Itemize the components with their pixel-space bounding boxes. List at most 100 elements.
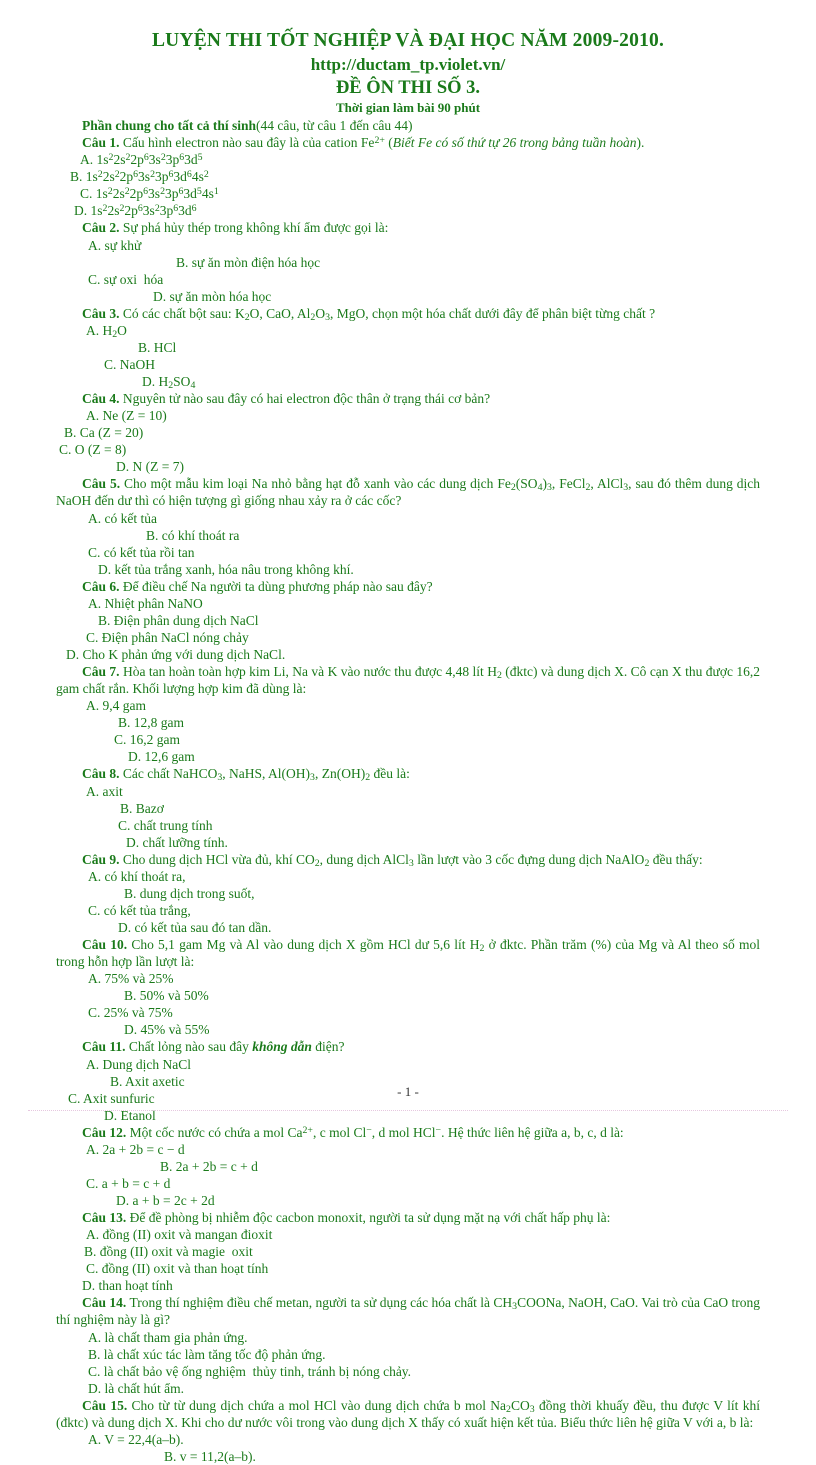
option-choice[interactable]: C. đồng (II) oxit và than hoạt tính	[86, 1260, 760, 1277]
option-choice[interactable]: B. 1s22s22p63s23p63d64s2	[70, 168, 760, 185]
option-choice[interactable]: A. 75% và 25%	[88, 970, 760, 987]
option-row: A. là chất tham gia phản ứng.	[56, 1329, 760, 1346]
option-choice[interactable]: A. H2O	[86, 322, 760, 340]
question-number: Câu 7.	[82, 664, 120, 680]
option-choice[interactable]: A. 2a + 2b = c − d	[86, 1141, 760, 1158]
option-choice[interactable]: D. H2SO4	[142, 373, 760, 391]
option-row: C. có kết tủa rồi tan D. kết tủa trắng xa…	[56, 544, 760, 578]
option-choice[interactable]: B. 2a + 2b = c + d	[160, 1158, 760, 1175]
question-text: Cấu hình electron nào sau đây là của cat…	[119, 135, 645, 151]
option-choice[interactable]: C. có kết tủa trắng,	[88, 902, 760, 919]
option-choice[interactable]: B. đồng (II) oxit và magie oxit	[84, 1243, 760, 1260]
section-heading: Phần chung cho tất cả thí sinh(44 câu, t…	[56, 117, 760, 134]
option-choice[interactable]: C. 25% và 75%	[88, 1004, 760, 1021]
option-choice[interactable]: A. sự khử	[88, 237, 760, 254]
option-choice[interactable]: D. sự ăn mòn hóa học	[153, 288, 760, 305]
option-choice[interactable]: A. Ne (Z = 10)	[86, 407, 760, 424]
option-row: A. đồng (II) oxit và mangan đioxit B. đồn…	[56, 1226, 760, 1260]
question: Câu 14. Trong thí nghiệm điều chế metan,…	[56, 1294, 760, 1328]
option-row: D. là chất hút ẩm.	[56, 1380, 760, 1397]
option-choice[interactable]: B. Ca (Z = 20)	[64, 424, 760, 441]
option-choice[interactable]: B. Bazơ	[120, 800, 760, 817]
option-choice[interactable]: D. 1s22s22p63s23p63d6	[74, 202, 760, 219]
option-choice[interactable]: B. là chất xúc tác làm tăng tốc độ phản …	[88, 1346, 760, 1363]
question-number: Câu 5.	[82, 476, 121, 492]
option-choice[interactable]: D. 45% và 55%	[124, 1021, 760, 1038]
document-header: LUYỆN THI TỐT NGHIỆP VÀ ĐẠI HỌC NĂM 2009…	[56, 30, 760, 116]
question-text: Cho dung dịch HCl vừa đủ, khí CO2, dung …	[119, 851, 703, 869]
option-choice[interactable]: D. kết tủa trắng xanh, hóa nâu trong khô…	[98, 561, 760, 578]
option-row: A. 2a + 2b = c − d B. 2a + 2b = c + d	[56, 1141, 760, 1175]
option-choice[interactable]: A. có kết tủa	[88, 510, 760, 527]
question: Câu 9. Cho dung dịch HCl vừa đủ, khí CO2…	[56, 851, 760, 869]
option-choice[interactable]: B. dung dịch trong suốt,	[124, 885, 760, 902]
option-choice[interactable]: C. NaOH	[104, 356, 760, 373]
option-choice[interactable]: A. axit	[86, 783, 760, 800]
question-number: Câu 9.	[82, 851, 120, 867]
option-choice[interactable]: D. chất lưỡng tính.	[126, 834, 760, 851]
option-choice[interactable]: C. a + b = c + d	[86, 1175, 760, 1192]
question-text: Các chất NaHCO3, NaHS, Al(OH)3, Zn(OH)2 …	[119, 766, 410, 784]
question-number: Câu 13.	[82, 1210, 127, 1226]
option-row: A. có kết tủa B. có khí thoát ra	[56, 510, 760, 544]
question-text: Một cốc nước có chứa a mol Ca2+, c mol C…	[126, 1124, 624, 1140]
footer-rule	[28, 1110, 788, 1111]
option-choice[interactable]: D. 12,6 gam	[128, 748, 760, 765]
page-footer: - 1 -	[0, 1083, 816, 1101]
website-url: http://ductam_tp.violet.vn/	[310, 55, 506, 75]
question-number: Câu 2.	[82, 220, 120, 236]
option-choice[interactable]: D. a + b = 2c + 2d	[116, 1192, 760, 1209]
option-choice[interactable]: C. có kết tủa rồi tan	[88, 544, 760, 561]
option-choice[interactable]: C. sự oxi hóa	[88, 271, 760, 288]
question-text: Chất lỏng nào sau đây không dẫn điện?	[125, 1039, 345, 1055]
page-title: LUYỆN THI TỐT NGHIỆP VÀ ĐẠI HỌC NĂM 2009…	[151, 30, 665, 51]
option-choice[interactable]: C. 16,2 gam	[114, 731, 760, 748]
option-choice[interactable]: C. là chất bảo vệ ống nghiệm thủy tinh, …	[88, 1363, 760, 1380]
option-choice[interactable]: D. có kết tủa sau đó tan dần.	[118, 919, 760, 936]
question: Câu 7. Hòa tan hoàn toàn hợp kim Li, Na …	[56, 663, 760, 697]
option-choice[interactable]: B. HCl	[138, 339, 760, 356]
section-note: (44 câu, từ câu 1 đến câu 44)	[256, 118, 413, 134]
option-choice[interactable]: B. v = 11,2(a–b).	[164, 1448, 760, 1465]
option-choice[interactable]: B. Điện phân dung dịch NaCl	[98, 612, 760, 629]
option-row: C. là chất bảo vệ ống nghiệm thủy tinh, …	[56, 1363, 760, 1380]
option-row: C. 25% và 75% D. 45% và 55%	[56, 1004, 760, 1038]
option-choice[interactable]: A. có khí thoát ra,	[88, 868, 760, 885]
option-choice[interactable]: B. có khí thoát ra	[146, 527, 760, 544]
question: Câu 12. Một cốc nước có chứa a mol Ca2+,…	[56, 1124, 760, 1141]
option-choice[interactable]: C. Điện phân NaCl nóng chảy	[86, 629, 760, 646]
option-choice[interactable]: C. chất trung tính	[118, 817, 760, 834]
option-choice[interactable]: D. Cho K phản ứng với dung dịch NaCl.	[66, 646, 760, 663]
option-choice[interactable]: A. đồng (II) oxit và mangan đioxit	[86, 1226, 760, 1243]
question: Câu 8. Các chất NaHCO3, NaHS, Al(OH)3, Z…	[56, 765, 760, 784]
question: Câu 3. Có các chất bột sau: K2O, CaO, Al…	[56, 305, 760, 323]
option-choice[interactable]: A. 9,4 gam	[86, 697, 760, 714]
option-row: C. Điện phân NaCl nóng chảy D. Cho K phản…	[56, 629, 760, 663]
option-row: A. có khí thoát ra, B. dung dịch trong su…	[56, 868, 760, 902]
question: Câu 6. Để điều chế Na người ta dùng phươ…	[56, 578, 760, 595]
exam-duration: Thời gian làm bài 90 phút	[335, 100, 481, 116]
option-choice[interactable]: D. là chất hút ẩm.	[88, 1380, 760, 1397]
section-label: Phần chung cho tất cả thí sinh	[82, 118, 257, 134]
option-row: C. đồng (II) oxit và than hoạt tính D. th…	[56, 1260, 760, 1294]
option-row: A. sự khử B. sự ăn mòn điện hóa học	[56, 237, 760, 271]
option-choice[interactable]: A. Nhiệt phân NaNO	[88, 595, 760, 612]
option-choice[interactable]: C. O (Z = 8)	[59, 441, 760, 458]
option-row: A. Nhiệt phân NaNO B. Điện phân dung dịch…	[56, 595, 760, 629]
question-number: Câu 4.	[82, 391, 120, 407]
option-choice[interactable]: D. than hoạt tính	[82, 1277, 760, 1294]
option-choice[interactable]: B. sự ăn mòn điện hóa học	[176, 254, 760, 271]
option-choice[interactable]: C. 1s22s22p63s23p63d54s1	[80, 185, 760, 202]
question-number: Câu 10.	[82, 937, 128, 953]
option-choice[interactable]: D. N (Z = 7)	[116, 458, 760, 475]
option-choice[interactable]: A. 1s22s22p63s23p63d5	[80, 151, 760, 168]
option-choice[interactable]: B. 12,8 gam	[118, 714, 760, 731]
question: Câu 15. Cho từ từ dung dịch chứa a mol H…	[56, 1397, 760, 1431]
option-row: A. Ne (Z = 10) B. Ca (Z = 20) C. O (Z = 8)…	[56, 407, 760, 475]
question-text: Cho 5,1 gam Mg và Al vào dung dịch X gồm…	[56, 937, 760, 970]
option-choice[interactable]: A. Dung dịch NaCl	[86, 1056, 760, 1073]
option-choice[interactable]: A. V = 22,4(a–b).	[88, 1431, 760, 1448]
option-choice[interactable]: B. 50% và 50%	[124, 987, 760, 1004]
question-number: Câu 6.	[82, 578, 120, 594]
option-choice[interactable]: A. là chất tham gia phản ứng.	[88, 1329, 760, 1346]
